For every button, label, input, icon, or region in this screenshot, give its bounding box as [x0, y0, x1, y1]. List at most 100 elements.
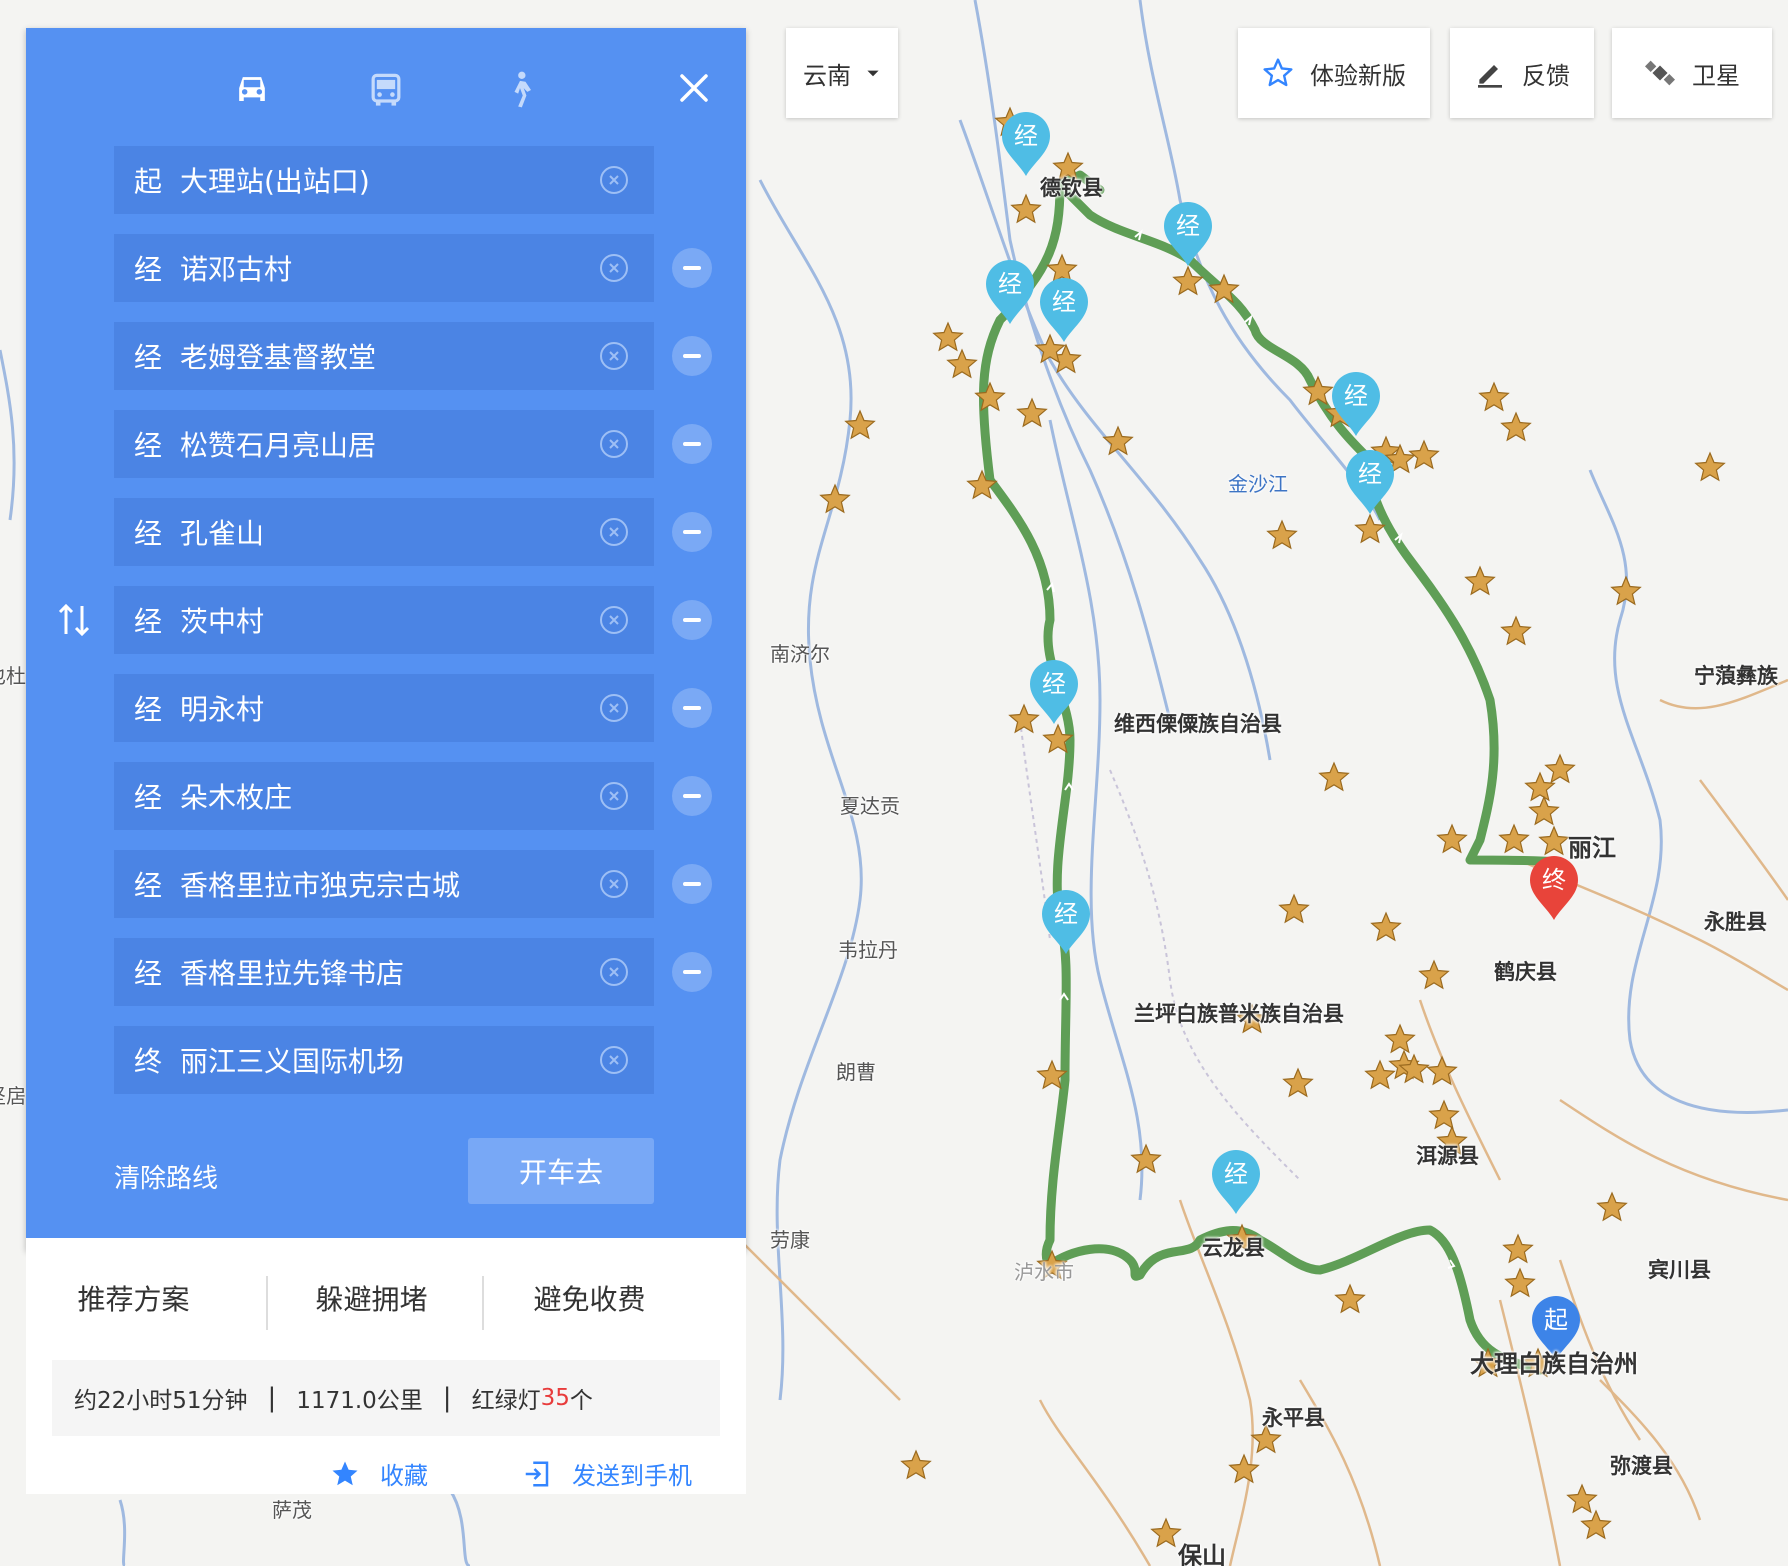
- pencil-icon: [1478, 65, 1502, 88]
- clear-stop-icon[interactable]: [600, 694, 628, 722]
- map-label-jinshajiang: 金沙江: [1228, 472, 1288, 496]
- end-marker[interactable]: 终: [1530, 856, 1578, 920]
- close-icon[interactable]: [670, 64, 718, 112]
- stop-tag: 经: [134, 253, 163, 286]
- remove-stop-button[interactable]: [672, 248, 712, 288]
- clear-stop-icon[interactable]: [600, 782, 628, 810]
- clear-stop-icon[interactable]: [600, 254, 628, 282]
- clear-stop-icon[interactable]: [600, 606, 628, 634]
- waypoint-marker[interactable]: 经: [1212, 1150, 1260, 1214]
- map-label-ninglang: 宁蒗彝族: [1694, 664, 1778, 688]
- map-label-eryuan: 洱源县: [1416, 1144, 1479, 1168]
- minus-icon: [683, 706, 701, 710]
- remove-stop-button[interactable]: [672, 776, 712, 816]
- minus-icon: [683, 794, 701, 798]
- stop-tag: 经: [134, 781, 163, 814]
- clear-stop-icon[interactable]: [600, 958, 628, 986]
- waypoint-marker[interactable]: 经: [986, 260, 1034, 324]
- route-duration: 约22小时51分钟: [74, 1388, 248, 1414]
- stop-row[interactable]: 经茨中村: [114, 586, 654, 654]
- stop-name[interactable]: 大理站(出站口): [180, 160, 600, 200]
- map-label-lushui: 泸水市: [1014, 1260, 1074, 1284]
- chevron-down-icon: [867, 70, 879, 77]
- stop-row[interactable]: 经松赞石月亮山居: [114, 410, 654, 478]
- minus-icon: [683, 618, 701, 622]
- mode-walk[interactable]: [490, 62, 550, 118]
- stop-name[interactable]: 松赞石月亮山居: [180, 424, 600, 464]
- map-label-deqin: 德钦县: [1040, 176, 1103, 200]
- waypoint-marker-text: 经: [1042, 670, 1066, 698]
- remove-stop-button[interactable]: [672, 512, 712, 552]
- option-recommended[interactable]: 推荐方案: [26, 1268, 241, 1328]
- remove-stop-button[interactable]: [672, 688, 712, 728]
- option-avoid-congestion[interactable]: 躲避拥堵: [264, 1268, 479, 1328]
- stop-name[interactable]: 香格里拉市独克宗古城: [180, 864, 600, 904]
- waypoint-marker[interactable]: 经: [1332, 372, 1380, 436]
- traffic-lights-prefix: 红绿灯: [471, 1388, 541, 1414]
- option-avoid-tolls[interactable]: 避免收费: [482, 1268, 697, 1328]
- clear-stop-icon[interactable]: [600, 430, 628, 458]
- region-selector[interactable]: 云南: [786, 28, 898, 118]
- stop-row[interactable]: 经香格里拉市独克宗古城: [114, 850, 654, 918]
- stop-name[interactable]: 孔雀山: [180, 512, 600, 552]
- remove-stop-button[interactable]: [672, 952, 712, 992]
- map-label-weiladan: 韦拉丹: [838, 938, 898, 962]
- waypoint-marker[interactable]: 经: [1002, 112, 1050, 176]
- stop-row[interactable]: 终丽江三义国际机场: [114, 1026, 654, 1094]
- map-label-nanjier: 南济尔: [770, 642, 830, 666]
- feedback-button[interactable]: 反馈: [1450, 28, 1594, 118]
- clear-stop-icon[interactable]: [600, 342, 628, 370]
- mode-drive[interactable]: [222, 62, 282, 118]
- waypoint-marker[interactable]: 经: [1042, 890, 1090, 954]
- swap-icon[interactable]: [54, 600, 94, 640]
- waypoint-marker[interactable]: 经: [1030, 660, 1078, 724]
- route-result: 推荐方案 躲避拥堵 避免收费 约22小时51分钟 | 1171.0公里 | 红绿…: [26, 1238, 746, 1494]
- waypoint-marker-text: 经: [1176, 212, 1200, 240]
- waypoint-marker[interactable]: 经: [1040, 278, 1088, 342]
- stop-tag: 经: [134, 605, 163, 638]
- waypoint-marker[interactable]: 经: [1346, 450, 1394, 514]
- start-driving-button[interactable]: 开车去: [468, 1138, 654, 1204]
- stop-name[interactable]: 朵木枚庄: [180, 776, 600, 816]
- clear-stop-icon[interactable]: [600, 518, 628, 546]
- stop-name[interactable]: 明永村: [180, 688, 600, 728]
- clear-stop-icon[interactable]: [600, 166, 628, 194]
- clear-route-link[interactable]: 清除路线: [114, 1158, 218, 1195]
- waypoint-marker[interactable]: 经: [1164, 202, 1212, 266]
- favorite-label: 收藏: [380, 1462, 428, 1490]
- stop-row[interactable]: 经香格里拉先锋书店: [114, 938, 654, 1006]
- send-to-phone-icon: [525, 1461, 549, 1486]
- map-label-heqing: 鹤庆县: [1494, 960, 1557, 984]
- remove-stop-button[interactable]: [672, 336, 712, 376]
- stop-tag: 经: [134, 429, 163, 462]
- remove-stop-button[interactable]: [672, 864, 712, 904]
- remove-stop-button[interactable]: [672, 424, 712, 464]
- map-label-midu: 弥渡县: [1610, 1454, 1673, 1478]
- send-to-phone-button[interactable]: 发送到手机: [522, 1456, 692, 1491]
- stop-row[interactable]: 起大理站(出站口): [114, 146, 654, 214]
- minus-icon: [683, 442, 701, 446]
- route-panel: 起大理站(出站口) 经诺邓古村经老姆登基督教堂经松赞石月亮山居经孔雀山经茨中村经明…: [26, 28, 746, 1494]
- remove-stop-button[interactable]: [672, 600, 712, 640]
- stop-name[interactable]: 老姆登基督教堂: [180, 336, 600, 376]
- stop-name[interactable]: 香格里拉先锋书店: [180, 952, 600, 992]
- stop-row[interactable]: 经诺邓古村: [114, 234, 654, 302]
- stop-row[interactable]: 经明永村: [114, 674, 654, 742]
- stop-name[interactable]: 丽江三义国际机场: [180, 1040, 600, 1080]
- route-panel-header: 起大理站(出站口) 经诺邓古村经老姆登基督教堂经松赞石月亮山居经孔雀山经茨中村经明…: [26, 28, 746, 1250]
- map-label-weixi: 维西傈僳族自治县: [1114, 712, 1282, 736]
- map-label-yongping: 永平县: [1262, 1406, 1325, 1430]
- star-filled-icon: [332, 1461, 358, 1485]
- stop-row[interactable]: 经老姆登基督教堂: [114, 322, 654, 390]
- satellite-button[interactable]: 卫星: [1612, 28, 1772, 118]
- new-version-button[interactable]: 体验新版: [1238, 28, 1430, 118]
- mode-transit[interactable]: [356, 62, 416, 118]
- stop-row[interactable]: 经孔雀山: [114, 498, 654, 566]
- clear-stop-icon[interactable]: [600, 1046, 628, 1074]
- route-distance: 1171.0公里: [296, 1388, 423, 1414]
- stop-name[interactable]: 诺邓古村: [180, 248, 600, 288]
- clear-stop-icon[interactable]: [600, 870, 628, 898]
- stop-row[interactable]: 经朵木枚庄: [114, 762, 654, 830]
- stop-name[interactable]: 茨中村: [180, 600, 600, 640]
- favorite-button[interactable]: 收藏: [330, 1456, 428, 1491]
